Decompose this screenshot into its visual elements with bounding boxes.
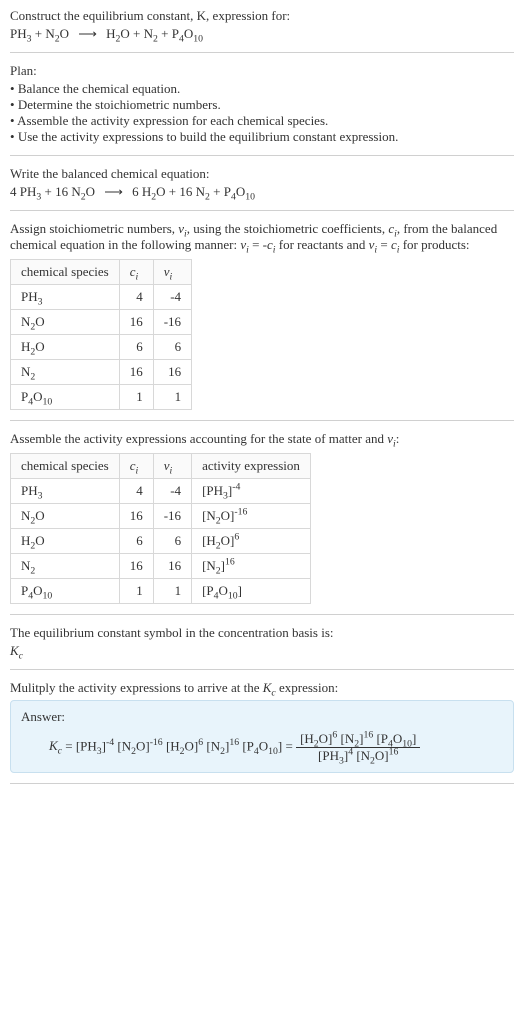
table-row: P4O1011 (11, 385, 192, 410)
unbalanced-equation: PH3 + N2O ⟶ H2O + N2 + P4O10 (10, 26, 514, 42)
plan-heading: Plan: (10, 63, 514, 79)
table-row: H2O66 (11, 335, 192, 360)
col-c: ci (119, 454, 153, 479)
activity-table: chemical species ci νi activity expressi… (10, 453, 311, 604)
balanced-equation: 4 PH3 + 16 N2O ⟶ 6 H2O + 16 N2 + P4O10 (10, 184, 514, 200)
col-nu: νi (153, 454, 191, 479)
table-row: N21616 (11, 360, 192, 385)
kc-symbol: Kc (10, 643, 514, 659)
answer-box: Answer: Kc = [PH3]-4 [N2O]-16 [H2O]6 [N2… (10, 700, 514, 773)
plan-item: Assemble the activity expression for eac… (10, 113, 514, 129)
plan-item: Balance the chemical equation. (10, 81, 514, 97)
table-row: PH34-4 (11, 285, 192, 310)
table-header-row: chemical species ci νi (11, 260, 192, 285)
activity-heading: Assemble the activity expressions accoun… (10, 431, 514, 447)
symbol-line: The equilibrium constant symbol in the c… (10, 625, 514, 641)
table-row: N21616[N2]16 (11, 554, 311, 579)
table-row: N2O16-16 (11, 310, 192, 335)
kc-expression: Kc = [PH3]-4 [N2O]-16 [H2O]6 [N2]16 [P4O… (21, 731, 503, 764)
table-header-row: chemical species ci νi activity expressi… (11, 454, 311, 479)
activity-section: Assemble the activity expressions accoun… (10, 431, 514, 615)
balanced-heading: Write the balanced chemical equation: (10, 166, 514, 182)
stoich-section: Assign stoichiometric numbers, νi, using… (10, 221, 514, 421)
intro-line1: Construct the equilibrium constant, K, e… (10, 8, 514, 24)
col-nu: νi (153, 260, 191, 285)
col-activity: activity expression (192, 454, 311, 479)
plan-section: Plan: Balance the chemical equation. Det… (10, 63, 514, 156)
multiply-section: Mulitply the activity expressions to arr… (10, 680, 514, 784)
table-row: P4O1011[P4O10] (11, 579, 311, 604)
fraction: [H2O]6 [N2]16 [P4O10] [PH3]4 [N2O]16 (296, 731, 420, 764)
symbol-section: The equilibrium constant symbol in the c… (10, 625, 514, 670)
multiply-heading: Mulitply the activity expressions to arr… (10, 680, 514, 696)
table-row: H2O66[H2O]6 (11, 529, 311, 554)
col-c: ci (119, 260, 153, 285)
plan-item: Use the activity expressions to build th… (10, 129, 514, 145)
balanced-section: Write the balanced chemical equation: 4 … (10, 166, 514, 211)
plan-item: Determine the stoichiometric numbers. (10, 97, 514, 113)
intro-section: Construct the equilibrium constant, K, e… (10, 8, 514, 53)
table-row: N2O16-16[N2O]-16 (11, 504, 311, 529)
plan-list: Balance the chemical equation. Determine… (10, 81, 514, 145)
stoich-heading: Assign stoichiometric numbers, νi, using… (10, 221, 514, 253)
col-species: chemical species (11, 454, 120, 479)
table-row: PH34-4[PH3]-4 (11, 479, 311, 504)
answer-label: Answer: (21, 709, 503, 725)
col-species: chemical species (11, 260, 120, 285)
stoich-table: chemical species ci νi PH34-4 N2O16-16 H… (10, 259, 192, 410)
